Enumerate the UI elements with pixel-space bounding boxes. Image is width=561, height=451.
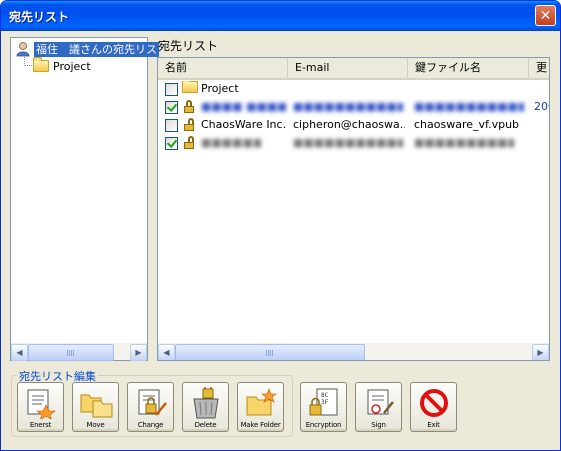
make-folder-button[interactable]: Make Folder (237, 382, 284, 432)
exit-label: Exit (427, 421, 440, 429)
row-email: ■■■■■■■■■■■■■■■ (293, 100, 403, 113)
row-name: ■■■■ ■■■■■■■ (201, 100, 286, 113)
move-button[interactable]: Move (72, 382, 119, 432)
address-list[interactable]: 名前 E-mail 鍵ファイル名 更 Project ■■■■ ■■■ ■■■■ … (157, 57, 550, 361)
scroll-right-arrow-icon[interactable]: ▶ (130, 344, 147, 361)
close-icon: ✕ (539, 7, 552, 24)
new-entry-icon (27, 389, 56, 419)
user-icon (16, 42, 30, 57)
scroll-left-arrow-icon[interactable]: ◀ (158, 344, 175, 360)
sign-label: Sign (371, 421, 386, 429)
sign-icon (367, 389, 394, 415)
enerst-button[interactable]: Enerst (17, 382, 64, 432)
row-keyfile: ■■■■■■■■■■■ (414, 136, 514, 149)
move-folder-icon (80, 394, 113, 418)
change-button[interactable]: Change (127, 382, 174, 432)
address-list-window: 宛先リスト ✕ 福住 議さんの宛先リス Project ◀ ▶ 宛先リスト 名前 (0, 0, 561, 451)
change-label: Change (137, 421, 164, 429)
row-checkbox[interactable] (165, 119, 178, 132)
delete-button[interactable]: Delete (182, 382, 229, 432)
move-label: Move (86, 421, 105, 429)
table-row[interactable]: ■■■■■■ ■■■■■■■■■■■■■■■ ■■■■■■■■■■■ (158, 134, 549, 152)
window-title: 宛先リスト (9, 9, 70, 24)
scroll-thumb[interactable] (175, 344, 365, 360)
table-row[interactable]: Project (158, 80, 549, 98)
row-checkbox[interactable] (165, 83, 178, 96)
scroll-right-arrow-icon[interactable]: ▶ (532, 344, 549, 360)
close-button[interactable]: ✕ (535, 5, 556, 26)
exit-icon (420, 389, 448, 417)
encryption-icon: 8C 3F (309, 388, 338, 416)
scroll-left-arrow-icon[interactable]: ◀ (11, 344, 28, 361)
enerst-label: Enerst (29, 421, 52, 429)
tree-root-node[interactable]: 福住 議さんの宛先リス (15, 41, 159, 57)
change-entry-icon (138, 389, 167, 416)
table-row[interactable]: ■■■■ ■■■■■■■ ■■■■■■■■■■■■■■■ ■■■■■■■■■■■… (158, 98, 549, 116)
column-header-name[interactable]: 名前 (158, 58, 288, 78)
exit-button[interactable]: Exit (410, 382, 457, 432)
row-icon (184, 136, 194, 154)
tree-item-label: Project (53, 59, 91, 73)
column-header-updated[interactable]: 更 (529, 58, 549, 78)
sign-button[interactable]: Sign (355, 382, 402, 432)
open-lock-icon (184, 136, 194, 149)
svg-text:8C: 8C (321, 392, 329, 399)
open-lock-icon (184, 118, 194, 131)
folder-icon (182, 81, 198, 93)
list-horizontal-scrollbar[interactable]: ◀ ▶ (158, 343, 549, 360)
make-folder-icon (246, 388, 277, 416)
tree-connector (24, 65, 32, 66)
delete-label: Delete (194, 421, 217, 429)
tree-item-project[interactable]: Project (33, 57, 91, 74)
delete-trash-icon (193, 387, 219, 419)
encryption-button[interactable]: 8C 3F Encryption (300, 382, 347, 432)
row-icon (182, 81, 198, 99)
table-row[interactable]: ChaosWare Inc. cipheron@chaoswa... chaos… (158, 116, 549, 134)
row-name: ChaosWare Inc. (201, 118, 287, 131)
list-title: 宛先リスト (158, 39, 219, 53)
tree-horizontal-scrollbar[interactable]: ◀ ▶ (11, 343, 147, 361)
row-checkbox[interactable] (165, 137, 178, 150)
column-header-keyfile[interactable]: 鍵ファイル名 (408, 58, 529, 78)
row-keyfile: ■■■■■■■■■■■■ (414, 100, 524, 113)
row-email: ■■■■■■■■■■■■■■■ (293, 136, 403, 149)
svg-text:3F: 3F (321, 399, 329, 406)
list-header: 名前 E-mail 鍵ファイル名 更 (158, 58, 549, 80)
row-checkbox[interactable] (165, 101, 178, 114)
address-tree[interactable]: 福住 議さんの宛先リス Project ◀ ▶ (10, 37, 159, 361)
row-updated: 200 (534, 100, 549, 113)
row-name: ■■■■■■ (201, 136, 261, 149)
tree-root-label: 福住 議さんの宛先リス (34, 41, 159, 57)
folder-icon (33, 57, 49, 72)
column-header-email[interactable]: E-mail (288, 58, 408, 78)
row-name: Project (201, 82, 239, 95)
make-folder-label: Make Folder (240, 421, 281, 429)
title-bar[interactable]: 宛先リスト ✕ (1, 1, 560, 31)
encryption-label: Encryption (305, 421, 342, 429)
row-keyfile: chaosware_vf.vpub (414, 118, 520, 131)
row-email: cipheron@chaoswa... (293, 118, 405, 131)
scroll-thumb[interactable] (28, 344, 114, 361)
lock-icon (184, 100, 194, 113)
